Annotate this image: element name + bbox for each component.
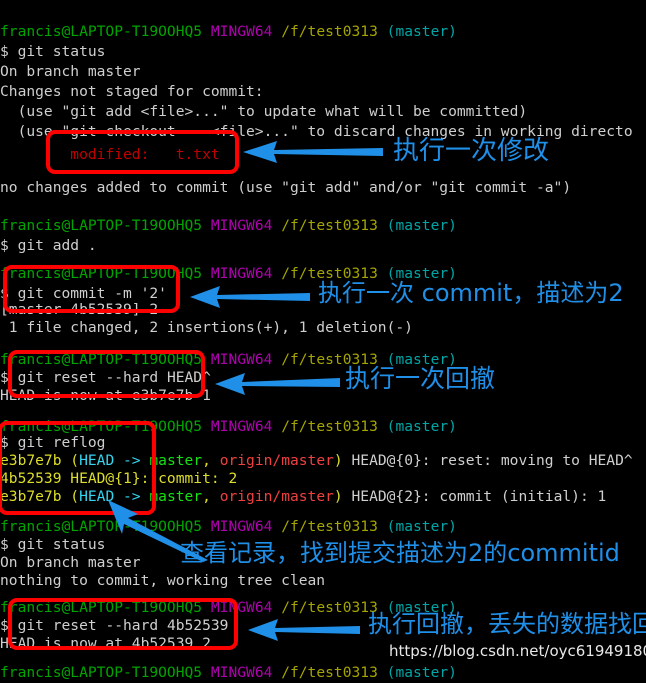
terminal-output-nothing-to-commit: nothing to commit, working tree clean bbox=[0, 572, 326, 589]
terminal-line-partial-top bbox=[0, 0, 646, 8]
terminal-command-git-status-1: $ git status bbox=[0, 43, 106, 60]
terminal-prompt-line-6: francis@LAPTOP-T19OOHQ5 MINGW64 /f/test0… bbox=[0, 518, 457, 535]
arrow-to-commit-icon bbox=[190, 286, 310, 308]
annotation-reflog: 查看记录，找到提交描述为2的commitid bbox=[180, 539, 620, 567]
arrow-to-reset-hash-icon bbox=[248, 619, 360, 641]
terminal-output-on-branch: On branch master bbox=[0, 63, 141, 80]
terminal-prompt-line-8-partial: francis@LAPTOP-T19OOHQ5 MINGW64 /f/test0… bbox=[0, 664, 457, 681]
arrow-to-reset-head-icon bbox=[215, 373, 340, 395]
watermark-url: https://blog.csdn.net/oyc619491800 bbox=[389, 642, 646, 660]
annotation-reset: 执行一次回撤 bbox=[345, 364, 496, 393]
terminal-reflog-entry-0: e3b7e7b (HEAD -> master, origin/master) … bbox=[0, 452, 633, 469]
terminal-command-git-add: $ git add . bbox=[0, 237, 97, 254]
terminal-prompt-line-2: francis@LAPTOP-T19OOHQ5 MINGW64 /f/test0… bbox=[0, 217, 457, 234]
terminal-output-no-changes-added: no changes added to commit (use "git add… bbox=[0, 179, 572, 196]
terminal-prompt-line-4: francis@LAPTOP-T19OOHQ5 MINGW64 /f/test0… bbox=[0, 351, 457, 368]
terminal-prompt-line-1: francis@LAPTOP-T19OOHQ5 MINGW64 /f/test0… bbox=[0, 23, 457, 40]
terminal-reflog-entry-1: 4b52539 HEAD@{1}: commit: 2 bbox=[0, 470, 238, 487]
terminal-output-changes-not-staged: Changes not staged for commit: bbox=[0, 83, 264, 100]
terminal-output-commit-stat: 1 file changed, 2 insertions(+), 1 delet… bbox=[0, 319, 413, 336]
annotation-commit: 执行一次 commit，描述为2 bbox=[318, 279, 624, 307]
arrow-to-modified-icon bbox=[243, 141, 383, 163]
annotation-recover: 执行回撤，丢失的数据找回 bbox=[368, 610, 646, 638]
terminal-output-hint-add: (use "git add <file>..." to update what … bbox=[0, 103, 528, 120]
annotation-modify: 执行一次修改 bbox=[393, 136, 550, 166]
terminal-reflog-entry-2: e3b7e7b (HEAD -> master, origin/master) … bbox=[0, 488, 607, 505]
terminal-command-git-reflog: $ git reflog bbox=[0, 434, 106, 451]
terminal-window[interactable]: francis@LAPTOP-T19OOHQ5 MINGW64 /f/test0… bbox=[0, 0, 646, 681]
